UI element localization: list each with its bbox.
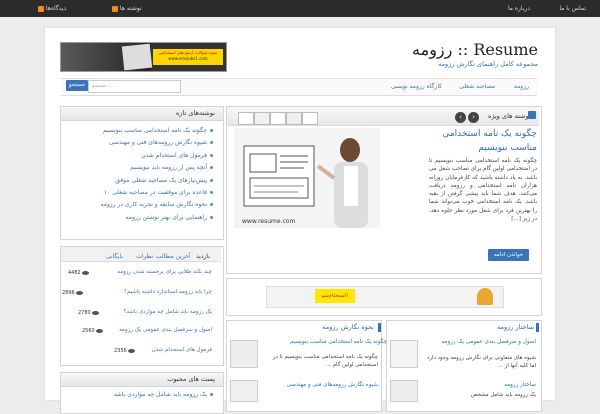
featured-thumb-5[interactable] xyxy=(302,112,318,125)
post-link[interactable]: چگونه یک نامه استخدامی مناسب بنویسیم xyxy=(290,339,387,345)
post-thumbnail[interactable] xyxy=(230,380,258,402)
eye-icon xyxy=(127,348,135,353)
site-tagline: مجموعه کامل راهنمای نگارش رزومه xyxy=(438,60,538,68)
featured-image-url: www.resume.com xyxy=(242,218,296,225)
list-item[interactable]: پیش‌نیازهای یک مصاحبه شغلی موفق xyxy=(65,175,213,187)
search-input[interactable]: جستجو ... xyxy=(88,80,181,93)
view-count: 2780 xyxy=(78,310,99,316)
prev-arrow-icon[interactable]: ‹ xyxy=(455,112,466,123)
view-count: 2356 xyxy=(114,348,135,354)
read-more-button[interactable]: خواندن ادامه xyxy=(488,249,529,261)
list-item[interactable]: آنچه پس از رزومه باید بنویسیم xyxy=(65,162,213,174)
post-thumbnail[interactable] xyxy=(230,340,258,368)
post-excerpt: چگونه یک نامه استخدامی مناسب بنویسیم تا … xyxy=(272,354,378,368)
featured-thumb-4[interactable] xyxy=(286,112,302,125)
favorite-posts-list: یک رزومه باید شامل چه مواردی باشد xyxy=(61,387,223,401)
ad-figure-image xyxy=(477,288,493,305)
featured-illustration xyxy=(243,138,368,228)
ad-text: استخدام‌شو! xyxy=(321,293,349,299)
top-bar: تماس با ما درباره ما نوشته ها دیدگاه‌ها xyxy=(0,0,600,17)
popular-row[interactable]: چند نکته طلایی برای برجسته شدن رزومه xyxy=(82,269,212,275)
post-excerpt: یک رزومه باید شامل مشخص xyxy=(470,392,536,398)
category-marker xyxy=(536,323,539,332)
eye-icon xyxy=(95,328,103,333)
next-arrow-icon[interactable]: › xyxy=(468,112,479,123)
featured-image[interactable] xyxy=(234,128,380,228)
post-link[interactable]: ساختار رزومه xyxy=(480,382,536,388)
rss-icon xyxy=(38,5,44,12)
rss-icon xyxy=(112,5,118,12)
featured-thumb-1[interactable] xyxy=(238,112,254,125)
posts-rss-link[interactable]: نوشته ها xyxy=(110,5,142,12)
eye-icon xyxy=(91,310,99,315)
tab-latest[interactable]: آخرین مطالب xyxy=(156,253,191,260)
comments-rss-link[interactable]: دیدگاه‌ها xyxy=(36,5,66,12)
tab-archive[interactable]: بایگانی xyxy=(106,253,123,260)
popular-row[interactable]: چرا باید رزومه استاندارد داشته باشیم؟ xyxy=(82,289,212,295)
category-marker xyxy=(378,323,381,332)
ad-banner[interactable]: استخدام‌شو! xyxy=(266,286,504,308)
featured-excerpt: چگونه یک نامه استخدامی مناسب بنویسیم تا … xyxy=(429,158,537,223)
featured-thumb-2[interactable] xyxy=(254,112,270,125)
star-icon xyxy=(528,111,536,119)
about-link[interactable]: درباره ما xyxy=(508,5,530,12)
list-item[interactable]: ۱۰ قاعده برای موفقیت در مصاحبه شغلی xyxy=(65,187,213,199)
view-count: 2896 xyxy=(62,290,83,296)
featured-title[interactable]: چگونه یک نامه استخدامی مناسب بنویسیم xyxy=(432,127,537,155)
eye-icon xyxy=(81,270,89,275)
category-title[interactable]: ساختار رزومه xyxy=(497,323,534,331)
post-link[interactable]: شیوه نگارش رزومه‌های فنی و مهندسی xyxy=(262,382,378,388)
post-excerpt: شیوه های متفاوتی برای نگارش رزومه وجود د… xyxy=(426,355,536,369)
featured-tab-label: نوشته های ویژه xyxy=(488,112,531,120)
list-item[interactable]: راهنمایی برای بهتر نوشتن رزومه xyxy=(65,212,213,224)
ad-label: استخدام‌شو! xyxy=(315,289,355,303)
view-count: 2560 xyxy=(82,328,103,334)
banner-url: www.smsjobs1.com xyxy=(168,56,208,61)
nav-item-workshop[interactable]: کارگاه رزومه نویسی xyxy=(391,83,442,90)
recent-posts-widget: نوشته‌های تازه چگونه یک نامه استخدامی من… xyxy=(60,106,224,240)
banner-label: نمونه سوالات آزمون‌های استخدامی www.smsj… xyxy=(153,49,223,65)
widget-title: نوشته‌های تازه xyxy=(61,107,223,121)
banner-text: نمونه سوالات آزمون‌های استخدامی xyxy=(158,50,218,55)
tab-views[interactable]: بازدید xyxy=(196,253,210,260)
eye-icon xyxy=(75,290,83,295)
featured-thumb-3[interactable] xyxy=(270,112,286,125)
popular-row[interactable]: یک رزومه باید شامل چه مواردی باشد؟ xyxy=(90,309,212,315)
header-banner[interactable]: نمونه سوالات آزمون‌های استخدامی www.smsj… xyxy=(60,42,227,72)
nav-item-resume[interactable]: رزومه xyxy=(514,83,529,90)
widget-title: پست های محبوب xyxy=(61,373,223,387)
favorite-posts-widget: پست های محبوب یک رزومه باید شامل چه موار… xyxy=(60,372,224,414)
popular-row[interactable]: فرمول های استخدام شدن xyxy=(130,347,212,353)
site-title[interactable]: رزومه :: Resume xyxy=(412,40,538,59)
popular-row[interactable]: اصول و سرفصل بندی عمومی یک رزومه xyxy=(104,327,212,333)
banner-paper-image xyxy=(121,43,153,71)
post-link[interactable]: اصول و سرفصل بندی عمومی یک رزومه xyxy=(424,339,536,345)
tab-comments[interactable]: نظرات xyxy=(136,253,153,260)
list-item[interactable]: فرمول های استخدام شدن xyxy=(65,150,213,162)
search-button[interactable]: جستجو xyxy=(66,80,88,91)
category-title[interactable]: نحوه نگارش رزومه xyxy=(322,323,374,331)
post-thumbnail[interactable] xyxy=(390,340,418,368)
nav-item-interview[interactable]: مصاحبه شغلی xyxy=(459,83,495,90)
list-item[interactable]: نحوه نگارش سابقه و تجربه کاری در رزومه xyxy=(65,199,213,211)
view-count: 4482 xyxy=(68,270,89,276)
contact-link[interactable]: تماس با ما xyxy=(559,5,586,12)
list-item[interactable]: شیوه نگارش رزومه‌های فنی و مهندسی xyxy=(65,137,213,149)
post-thumbnail[interactable] xyxy=(390,380,418,402)
list-item[interactable]: چگونه یک نامه استخدامی مناسب بنویسیم xyxy=(65,125,213,137)
recent-posts-list: چگونه یک نامه استخدامی مناسب بنویسیم شیو… xyxy=(61,121,223,224)
